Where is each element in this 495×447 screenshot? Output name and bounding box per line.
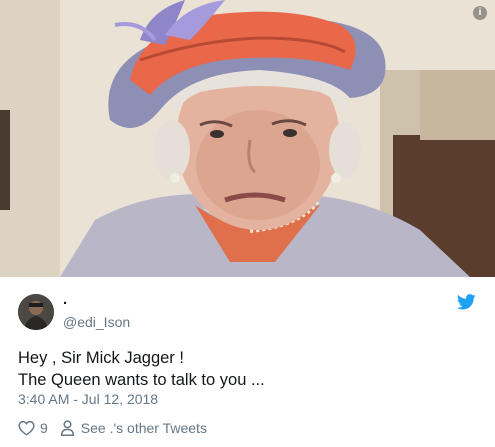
tweet-timestamp[interactable]: 3:40 AM - Jul 12, 2018 [18,391,158,407]
like-button[interactable]: 9 [18,420,60,436]
tweet-card: . @edi_Ison Hey , Sir Mick Jagger ! The … [0,277,495,447]
twitter-bird-icon[interactable] [456,294,476,310]
other-tweets-label: See .'s other Tweets [80,420,207,436]
avatar[interactable] [18,294,54,330]
tweet-text: Hey , Sir Mick Jagger ! The Queen wants … [18,347,265,391]
avatar-image [18,294,54,330]
user-handle[interactable]: @edi_Ison [63,314,130,330]
heart-icon [18,420,35,436]
tweet-text-line: The Queen wants to talk to you ... [18,371,265,389]
tweet-media-image[interactable]: i [0,0,495,277]
person-icon [60,420,74,436]
tweet-actions: 9 See .'s other Tweets [18,418,207,438]
display-name[interactable]: . [63,291,67,308]
info-icon[interactable]: i [473,6,487,20]
queen-photo [0,0,495,277]
like-count: 9 [40,420,48,436]
tweet-text-line: Hey , Sir Mick Jagger ! [18,349,184,367]
other-tweets-link[interactable]: See .'s other Tweets [60,420,207,436]
